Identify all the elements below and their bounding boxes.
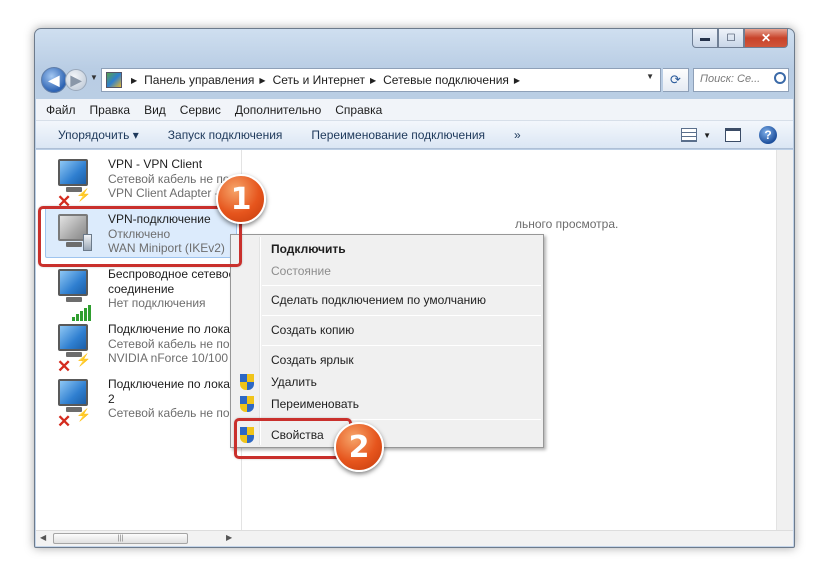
item-text: Подключение по лока Сетевой кабель не по… xyxy=(108,322,238,366)
start-connection-button[interactable]: Запуск подключения xyxy=(168,128,283,142)
menu-view[interactable]: Вид xyxy=(144,103,166,117)
red-x-icon: ✕ xyxy=(57,357,72,376)
context-menu: Подключить Состояние Сделать подключение… xyxy=(230,234,544,448)
monitor-icon xyxy=(58,379,88,406)
menu-help[interactable]: Справка xyxy=(335,103,382,117)
menu-set-default[interactable]: Сделать подключением по умолчанию xyxy=(271,293,486,307)
back-arrow-icon: ◀ xyxy=(48,71,60,88)
signal-bar xyxy=(88,305,91,321)
change-view-icon[interactable] xyxy=(681,128,698,142)
view-controls: ▼ ? xyxy=(681,126,777,144)
item-device: NVIDIA nForce 10/100 M xyxy=(108,351,238,365)
list-item[interactable]: Беспроводное сетевое соединение Нет подк… xyxy=(56,267,236,321)
monitor-icon xyxy=(58,324,88,351)
breadcrumb-network-connections[interactable]: Сетевые подключения xyxy=(383,73,509,87)
menu-bar: Файл Правка Вид Сервис Дополнительно Спр… xyxy=(36,99,793,121)
menu-status: Состояние xyxy=(271,264,331,278)
chevron-right-icon[interactable]: ▶ xyxy=(514,76,520,85)
control-panel-icon xyxy=(106,72,122,88)
recent-pages-dropdown-icon[interactable]: ▼ xyxy=(90,73,98,82)
monitor-icon xyxy=(58,269,88,296)
signal-bars-icon xyxy=(72,305,92,321)
highlight-box-vpn xyxy=(38,206,242,267)
breadcrumb-network-internet[interactable]: Сеть и Интернет xyxy=(273,73,365,87)
menu-delete[interactable]: Удалить xyxy=(271,375,317,389)
item-name: Подключение по лока xyxy=(108,322,230,336)
address-bar[interactable]: ▶ Панель управления ▶ Сеть и Интернет ▶ … xyxy=(101,68,661,92)
menu-create-copy[interactable]: Создать копию xyxy=(271,323,354,337)
item-status: Нет подключения xyxy=(108,296,206,310)
item-name: Беспроводное сетевое xyxy=(108,267,236,281)
menu-edit[interactable]: Правка xyxy=(90,103,131,117)
rename-connection-button[interactable]: Переименование подключения xyxy=(311,128,485,142)
step-callout-1: 1 xyxy=(216,174,266,224)
vertical-scrollbar[interactable] xyxy=(776,150,793,530)
network-cable-icon: ⚡ xyxy=(76,188,91,202)
menu-separator xyxy=(262,285,541,286)
red-x-icon: ✕ xyxy=(57,412,72,431)
forward-button[interactable]: ▶ xyxy=(65,69,87,91)
chevron-right-icon[interactable]: ▶ xyxy=(370,76,376,85)
more-commands-button[interactable]: » xyxy=(514,128,521,142)
scroll-left-icon[interactable]: ◀ xyxy=(40,533,46,542)
item-name: Подключение по лока xyxy=(108,377,230,391)
preview-message: льного просмотра. xyxy=(515,217,619,231)
scroll-thumb[interactable]: ||| xyxy=(53,533,188,544)
menu-separator xyxy=(262,345,541,346)
signal-bar xyxy=(84,308,87,321)
item-status: Сетевой кабель не по xyxy=(108,171,230,186)
address-dropdown-icon[interactable]: ▼ xyxy=(646,72,654,81)
item-status: Сетевой кабель не по xyxy=(108,336,230,351)
menu-tools[interactable]: Сервис xyxy=(180,103,221,117)
address-row: ◀ ▶ ▼ ▶ Панель управления ▶ Сеть и Интер… xyxy=(41,67,789,93)
caption-buttons: ▬ ☐ ✕ xyxy=(692,29,788,48)
command-bar: Упорядочить ▾ Запуск подключения Переиме… xyxy=(36,121,793,149)
back-button[interactable]: ◀ xyxy=(41,67,67,93)
item-text: Беспроводное сетевое соединение Нет подк… xyxy=(108,267,238,311)
refresh-button[interactable]: ⟳ xyxy=(663,68,689,92)
help-icon[interactable]: ? xyxy=(759,126,777,144)
network-cable-icon: ⚡ xyxy=(76,353,91,367)
monitor-stand xyxy=(66,297,82,302)
item-status: Сетевой кабель не по xyxy=(108,406,230,420)
network-cable-icon: ⚡ xyxy=(76,408,91,422)
search-icon[interactable] xyxy=(774,72,786,84)
list-item[interactable]: ✕ ⚡ Подключение по лока Сетевой кабель н… xyxy=(56,322,238,376)
view-dropdown-icon[interactable]: ▼ xyxy=(703,131,711,140)
preview-pane-icon[interactable] xyxy=(725,128,741,142)
menu-connect[interactable]: Подключить xyxy=(271,242,346,256)
chevron-right-icon[interactable]: ▶ xyxy=(259,76,265,85)
menu-advanced[interactable]: Дополнительно xyxy=(235,103,321,117)
menu-rename[interactable]: Переименовать xyxy=(271,397,359,411)
menu-file[interactable]: Файл xyxy=(46,103,76,117)
signal-bar xyxy=(76,314,79,321)
monitor-icon xyxy=(58,159,88,186)
organize-button[interactable]: Упорядочить ▾ xyxy=(58,128,139,142)
signal-bar xyxy=(72,317,75,321)
refresh-icon: ⟳ xyxy=(670,72,681,87)
minimize-button[interactable]: ▬ xyxy=(692,29,718,48)
maximize-button[interactable]: ☐ xyxy=(718,29,744,48)
menu-separator xyxy=(262,315,541,316)
uac-shield-icon xyxy=(240,396,254,412)
breadcrumb-control-panel[interactable]: Панель управления xyxy=(144,73,254,87)
signal-bar xyxy=(80,311,83,321)
item-name-cont: 2 xyxy=(108,391,115,406)
item-name-cont: соединение xyxy=(108,281,175,296)
scroll-right-icon[interactable]: ▶ xyxy=(226,533,232,542)
list-item[interactable]: ✕ ⚡ Подключение по лока 2 Сетевой кабель… xyxy=(56,377,236,431)
list-item[interactable]: ✕ ⚡ VPN - VPN Client Сетевой кабель не п… xyxy=(56,157,236,211)
close-button[interactable]: ✕ xyxy=(744,29,788,48)
item-name: VPN - VPN Client xyxy=(108,157,203,171)
uac-shield-icon xyxy=(240,374,254,390)
horizontal-scrollbar[interactable]: ◀ ||| ▶ xyxy=(36,530,793,546)
forward-arrow-icon: ▶ xyxy=(70,71,82,88)
menu-create-shortcut[interactable]: Создать ярлык xyxy=(271,353,354,367)
step-callout-2: 2 xyxy=(334,422,384,472)
chevron-right-icon[interactable]: ▶ xyxy=(131,76,137,85)
item-text: Подключение по лока 2 Сетевой кабель не … xyxy=(108,377,238,421)
